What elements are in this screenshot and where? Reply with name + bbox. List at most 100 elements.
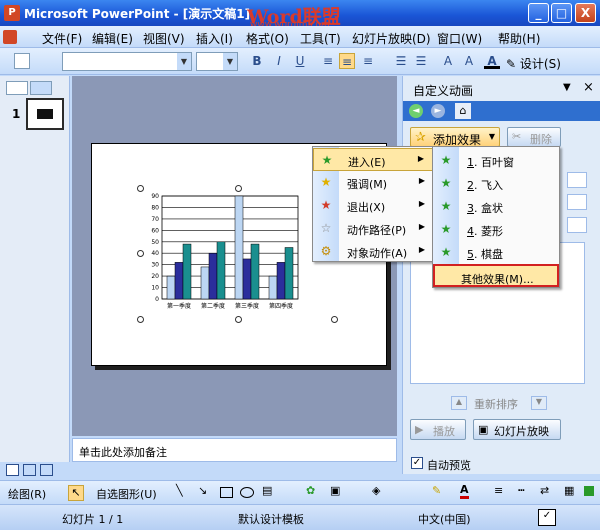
chevron-down-icon[interactable]: ▼ [563, 82, 571, 93]
bold-button[interactable]: B [249, 53, 265, 69]
close-icon[interactable]: × [583, 80, 594, 95]
delete-button[interactable]: ✂ 删除 [507, 127, 561, 147]
back-icon[interactable]: ◄ [409, 104, 423, 118]
restore-button[interactable]: □ [551, 3, 572, 23]
home-icon[interactable]: ⌂ [455, 103, 471, 119]
menu-format[interactable]: 格式(O) [246, 30, 289, 47]
fill-color-icon[interactable]: ◈ [372, 484, 380, 497]
chart-object[interactable]: 0 10 20 30 40 50 60 70 80 90 第一季度 第二季度 第三季度 第四季度 [140, 188, 340, 322]
add-effect-menu: ★ 进入(E) ▶ ★ 强调(M) ▶ ★ 退出(X) ▶ ☆ 动作路径(P) … [312, 146, 434, 262]
selection-handle[interactable] [137, 185, 144, 192]
italic-button[interactable]: I [271, 53, 287, 69]
menu-tools[interactable]: 工具(T) [300, 30, 341, 47]
menu-window[interactable]: 窗口(W) [437, 30, 482, 47]
menu-item-entrance[interactable]: ★ 进入(E) ▶ [313, 148, 433, 171]
font-size-combo[interactable]: ▼ [196, 52, 238, 71]
normal-view-icon[interactable] [6, 464, 19, 476]
move-down-icon[interactable]: ▼ [531, 396, 547, 410]
arrow-style-icon[interactable]: ⇄ [540, 484, 549, 497]
selection-handle[interactable] [137, 316, 144, 323]
rectangle-icon[interactable] [220, 487, 233, 498]
chart-bar [174, 262, 184, 300]
select-pointer-icon[interactable]: ↖ [68, 485, 84, 501]
chart-x-tick-label: 第四季度 [269, 302, 293, 310]
forward-icon[interactable]: ► [431, 104, 445, 118]
sorter-view-icon[interactable] [23, 464, 36, 476]
slideshow-view-icon[interactable] [40, 464, 53, 476]
picture-icon[interactable]: ▣ [330, 484, 340, 497]
autoshapes-menu[interactable]: 自选图形(U) [96, 486, 157, 502]
line-style-icon[interactable]: ≡ [494, 484, 503, 497]
menu-insert[interactable]: 插入(I) [196, 30, 233, 47]
design-button[interactable]: ✎ 设计(S) [506, 55, 561, 72]
menu-item-exit[interactable]: ★ 退出(X) ▶ [313, 194, 433, 217]
effect-combo[interactable] [567, 217, 587, 233]
line-color-icon[interactable]: ✎ [432, 484, 441, 497]
notes-placeholder: 单击此处添加备注 [79, 446, 167, 459]
menu-item-checkerboard[interactable]: ★ 5. 棋盘 [433, 241, 559, 264]
dash-style-icon[interactable]: ┅ [518, 484, 525, 497]
align-left-icon[interactable]: ≡ [320, 53, 336, 69]
line-icon[interactable]: ╲ [176, 484, 183, 497]
tab-slides[interactable] [30, 81, 52, 95]
slideshow-label: 幻灯片放映 [494, 425, 549, 438]
slideshow-button[interactable]: ▣ 幻灯片放映 [473, 419, 561, 440]
menu-item-label: . 盒状 [474, 202, 503, 215]
clipart-icon[interactable]: ✿ [306, 484, 315, 497]
font-color-icon[interactable]: A [460, 483, 469, 499]
menu-item-object-action[interactable]: ⚙ 对象动作(A) ▶ [313, 240, 433, 263]
play-button[interactable]: ▶ 播放 [410, 419, 466, 440]
increase-font-icon[interactable]: A [461, 53, 477, 69]
menu-item-box[interactable]: ★ 3. 盒状 [433, 195, 559, 218]
selection-handle[interactable] [137, 250, 144, 257]
decrease-font-icon[interactable]: A [440, 53, 456, 69]
slide-thumbnail[interactable] [26, 98, 64, 130]
menu-item-more-effects[interactable]: 其他效果(M)... [433, 264, 559, 287]
menu-item-label: 退出(X) [347, 201, 386, 214]
font-color-button[interactable]: A [484, 53, 500, 69]
numbering-icon[interactable]: ☰ [393, 53, 409, 69]
textbox-icon[interactable]: ▤ [262, 484, 272, 497]
align-right-icon[interactable]: ≡ [360, 53, 376, 69]
underline-button[interactable]: U [292, 53, 308, 69]
slide-number: 1 [12, 107, 21, 121]
menu-help[interactable]: 帮助(H) [498, 30, 540, 47]
title-bar: P Microsoft PowerPoint - [演示文稿1] Word联盟 … [0, 0, 600, 30]
tab-outline[interactable] [6, 81, 28, 95]
document-icon[interactable] [3, 30, 17, 44]
effect-combo[interactable] [567, 194, 587, 210]
menu-edit[interactable]: 编辑(E) [92, 30, 133, 47]
minimize-button[interactable]: _ [528, 3, 549, 23]
shadow-icon[interactable]: ▦ [564, 484, 574, 497]
notes-pane[interactable]: 单击此处添加备注 [72, 438, 397, 462]
effect-combo[interactable] [567, 172, 587, 188]
arrow-icon[interactable]: ↘ [198, 484, 207, 497]
3d-style-icon[interactable] [584, 486, 594, 496]
spell-check-icon[interactable]: ✓ [538, 509, 556, 526]
oval-icon[interactable] [240, 487, 254, 498]
add-effect-button[interactable]: ✰ 添加效果 ▼ [410, 127, 500, 147]
new-document-icon[interactable] [14, 53, 30, 69]
draw-menu[interactable]: 绘图(R) [8, 486, 46, 502]
selection-handle[interactable] [235, 185, 242, 192]
selection-handle[interactable] [235, 316, 242, 323]
menu-item-motion-path[interactable]: ☆ 动作路径(P) ▶ [313, 217, 433, 240]
menu-item-diamond[interactable]: ★ 4. 菱形 [433, 218, 559, 241]
menu-file[interactable]: 文件(F) [42, 30, 82, 47]
submenu-arrow-icon: ▶ [418, 222, 425, 231]
menu-bar: 文件(F) 编辑(E) 视图(V) 插入(I) 格式(O) 工具(T) 幻灯片放… [0, 26, 600, 48]
menu-item-emphasis[interactable]: ★ 强调(M) ▶ [313, 171, 433, 194]
move-up-icon[interactable]: ▲ [451, 396, 467, 410]
selection-handle[interactable] [331, 316, 338, 323]
bullets-icon[interactable]: ☰ [413, 53, 429, 69]
menu-slideshow[interactable]: 幻灯片放映(D) [352, 30, 431, 47]
font-name-combo[interactable]: ▼ [62, 52, 192, 71]
close-button[interactable]: X [575, 3, 596, 23]
powerpoint-app-icon[interactable]: P [4, 5, 20, 21]
menu-view[interactable]: 视图(V) [143, 30, 185, 47]
autopreview-checkbox[interactable]: ✓ [411, 457, 423, 469]
chart-bar [182, 243, 192, 300]
align-center-icon[interactable]: ≡ [339, 53, 355, 69]
menu-item-fly-in[interactable]: ★ 2. 飞入 [433, 172, 559, 195]
menu-item-blinds[interactable]: ★ 1. 百叶窗 [433, 149, 559, 172]
